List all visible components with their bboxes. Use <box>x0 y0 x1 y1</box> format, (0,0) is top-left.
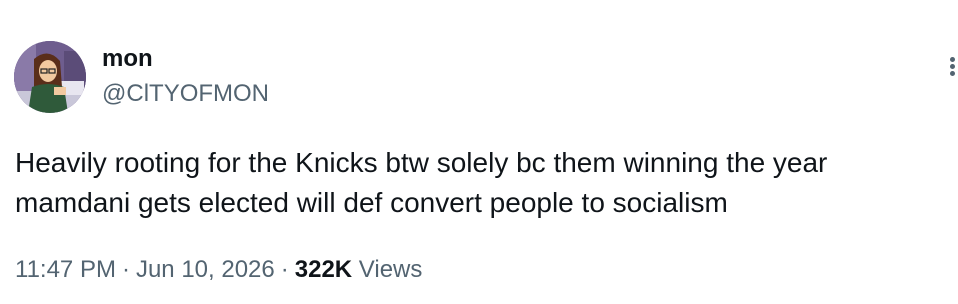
tweet-date[interactable]: Jun 10, 2026 <box>136 256 275 283</box>
tweet-time[interactable]: 11:47 PM <box>15 256 116 283</box>
tweet: mon @ClTYOFMON Heavily rooting for the K… <box>0 0 958 304</box>
avatar[interactable] <box>14 41 86 113</box>
cartoon-girl-avatar-icon <box>14 41 86 113</box>
display-name[interactable]: mon <box>102 45 153 73</box>
tweet-text: Heavily rooting for the Knicks btw solel… <box>15 147 828 218</box>
views-count[interactable]: 322K <box>295 256 352 283</box>
more-options-icon[interactable] <box>946 55 958 79</box>
tweet-meta: 11:47 PM · Jun 10, 2026 · 322K Views <box>15 254 422 286</box>
views-label[interactable]: Views <box>359 256 423 283</box>
meta-separator: · <box>280 256 289 283</box>
meta-separator: · <box>121 256 130 283</box>
user-handle[interactable]: @ClTYOFMON <box>102 80 269 108</box>
